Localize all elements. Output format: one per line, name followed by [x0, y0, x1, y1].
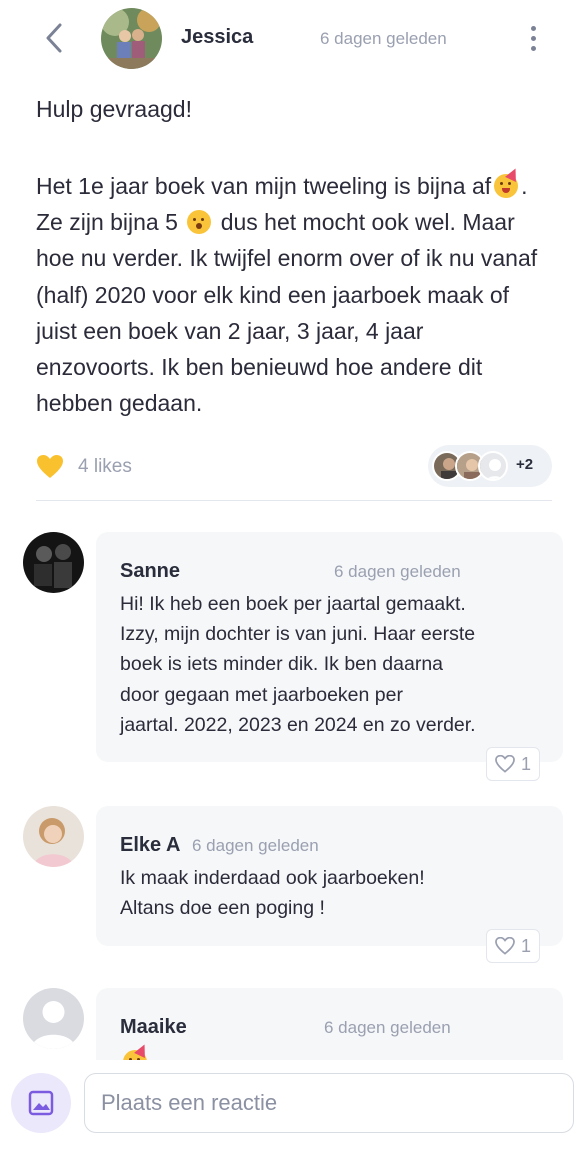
post-body: Het 1e jaar boek van mijn tweeling is bi…: [36, 166, 546, 421]
partying-face-emoji-icon: [494, 166, 522, 198]
comment-timestamp: 6 dagen geleden: [192, 836, 319, 855]
comment-like-count: 1: [520, 753, 531, 774]
comment-timestamp: 6 dagen geleden: [334, 562, 461, 581]
heart-outline-icon: [495, 937, 515, 955]
chevron-left-icon: [46, 23, 62, 53]
comment-card: Sanne 6 dagen geleden Hi! Ik heb een boe…: [96, 532, 563, 762]
author-avatar[interactable]: [101, 8, 162, 69]
commenter-name[interactable]: Sanne: [120, 560, 180, 583]
likers-more-count: +2: [516, 456, 534, 473]
divider: [36, 500, 552, 501]
comment-card: Elke A 6 dagen geleden Ik maak inderdaad…: [96, 806, 563, 946]
image-icon: [28, 1090, 54, 1116]
comment-text: Hi! Ik heb een boek per jaartal gemaakt.…: [120, 593, 476, 736]
comment-input[interactable]: [84, 1073, 574, 1133]
add-image-button[interactable]: [11, 1073, 71, 1133]
post-title: Hulp gevraagd!: [36, 96, 192, 122]
back-button[interactable]: [34, 18, 74, 58]
commenter-name[interactable]: Maaike: [120, 1016, 187, 1039]
post-header: Jessica 6 dagen geleden: [0, 0, 586, 78]
comment-like-button[interactable]: 1: [486, 747, 540, 781]
heart-outline-icon: [495, 755, 515, 773]
commenter-avatar[interactable]: [23, 806, 84, 867]
likes-count: 4 likes: [78, 456, 132, 477]
comment-timestamp: 6 dagen geleden: [324, 1018, 451, 1037]
post-timestamp: 6 dagen geleden: [320, 29, 447, 48]
commenter-avatar[interactable]: [23, 532, 84, 593]
comment-like-button[interactable]: 1: [486, 929, 540, 963]
more-options-button[interactable]: [520, 20, 546, 56]
likers-avatars[interactable]: +2: [428, 445, 552, 487]
hushed-face-emoji-icon: [187, 210, 212, 235]
post-likes[interactable]: 4 likes: [36, 452, 132, 482]
commenter-avatar[interactable]: [23, 988, 84, 1049]
comment-text: Ik maak inderdaad ook jaarboeken! Altans…: [120, 867, 425, 920]
author-name[interactable]: Jessica: [181, 26, 253, 49]
comment-like-count: 1: [520, 935, 531, 956]
comment-composer: [0, 1060, 586, 1152]
commenter-name[interactable]: Elke A: [120, 834, 180, 857]
more-vertical-icon: [530, 25, 536, 31]
avatar: [478, 451, 508, 481]
heart-icon: [37, 455, 63, 478]
